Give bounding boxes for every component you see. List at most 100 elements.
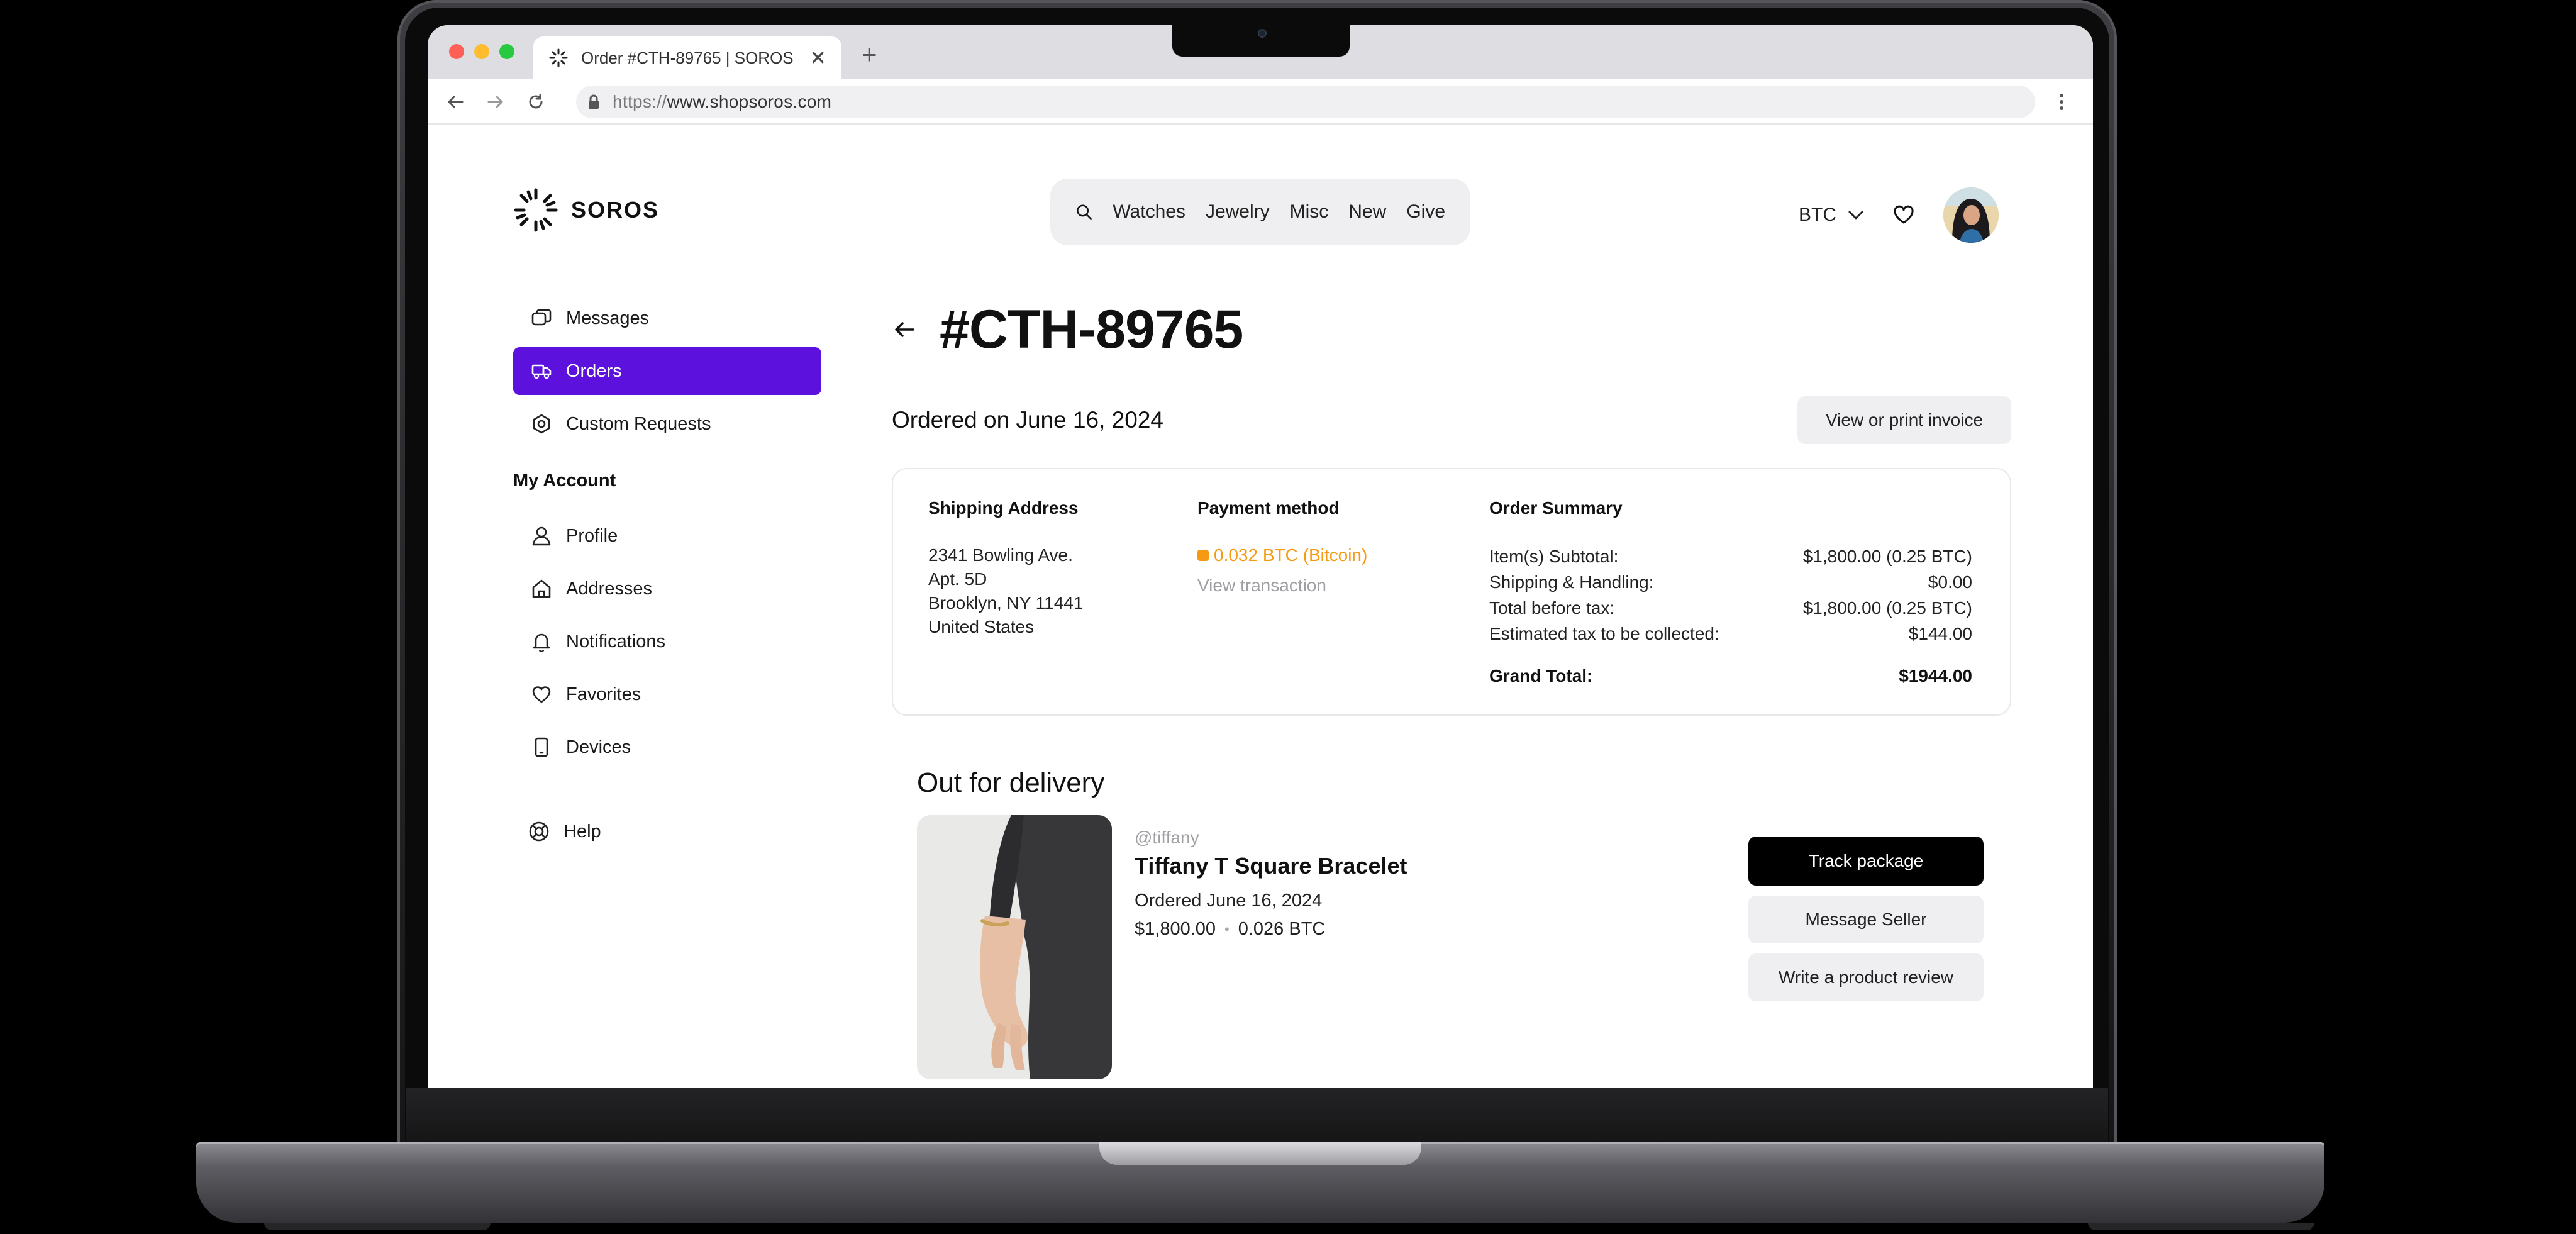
nav-link-give[interactable]: Give bbox=[1406, 201, 1445, 223]
browser-window: Order #CTH-89765 | SOROS ✕ + https://www… bbox=[428, 25, 2093, 1088]
brand-logo[interactable]: SOROS bbox=[513, 187, 659, 233]
sidebar-item-label: Help bbox=[564, 821, 601, 842]
view-transaction-link[interactable]: View transaction bbox=[1197, 574, 1367, 598]
product-name[interactable]: Tiffany T Square Bracelet bbox=[1135, 853, 1407, 879]
reload-icon[interactable] bbox=[523, 89, 548, 114]
product-price: $1,800.00 • 0.026 BTC bbox=[1135, 919, 1407, 940]
sidebar-item-label: Notifications bbox=[566, 631, 665, 652]
product-info: @tiffany Tiffany T Square Bracelet Order… bbox=[1135, 828, 1407, 940]
web-page: SOROS Watches Jewelry Misc New Give BTC bbox=[428, 125, 2093, 1088]
browser-tab[interactable]: Order #CTH-89765 | SOROS ✕ bbox=[533, 36, 841, 79]
address-line: Apt. 5D bbox=[928, 569, 987, 589]
new-tab-icon[interactable]: + bbox=[862, 42, 877, 68]
nav-link-jewelry[interactable]: Jewelry bbox=[1206, 201, 1270, 223]
sidebar-item-label: Custom Requests bbox=[566, 413, 711, 434]
browser-menu-icon[interactable] bbox=[2049, 89, 2074, 114]
minimize-window-button[interactable] bbox=[474, 44, 489, 59]
my-account-heading: My Account bbox=[513, 470, 616, 491]
back-arrow-icon[interactable] bbox=[892, 317, 917, 342]
sidebar-item-label: Addresses bbox=[566, 578, 653, 599]
payment-amount-text: 0.032 BTC (Bitcoin) bbox=[1214, 545, 1368, 565]
product-image[interactable] bbox=[917, 815, 1112, 1079]
account-sidebar: Messages Orders Custom Requests My Accou… bbox=[513, 294, 821, 860]
price-separator: • bbox=[1224, 921, 1230, 937]
user-icon bbox=[532, 526, 551, 546]
laptop-foot bbox=[2088, 1223, 2314, 1230]
delivery-status-title: Out for delivery bbox=[917, 767, 1105, 798]
laptop-scene: Order #CTH-89765 | SOROS ✕ + https://www… bbox=[0, 0, 2576, 1234]
currency-selector[interactable]: BTC bbox=[1799, 204, 1864, 226]
search-icon[interactable] bbox=[1075, 199, 1092, 225]
nav-link-new[interactable]: New bbox=[1348, 201, 1386, 223]
summary-row: Total before tax: $1,800.00 (0.25 BTC) bbox=[1489, 598, 1972, 618]
avatar[interactable] bbox=[1943, 187, 1999, 243]
order-date: Ordered on June 16, 2024 bbox=[892, 407, 1163, 433]
write-review-button[interactable]: Write a product review bbox=[1748, 953, 1984, 1001]
order-date-row: Ordered on June 16, 2024 View or print i… bbox=[892, 396, 2011, 444]
shipping-address: Shipping Address 2341 Bowling Ave. Apt. … bbox=[928, 498, 1083, 639]
sidebar-item-notifications[interactable]: Notifications bbox=[513, 618, 821, 665]
sidebar-item-orders[interactable]: Orders bbox=[513, 347, 821, 395]
currency-label: BTC bbox=[1799, 204, 1836, 225]
address-line: United States bbox=[928, 617, 1035, 636]
track-package-button[interactable]: Track package bbox=[1748, 837, 1984, 886]
sidebar-item-help[interactable]: Help bbox=[513, 808, 821, 855]
payment-heading: Payment method bbox=[1197, 498, 1340, 518]
device-icon bbox=[535, 737, 548, 757]
nav-link-misc[interactable]: Misc bbox=[1290, 201, 1329, 223]
maximize-window-button[interactable] bbox=[499, 44, 514, 59]
sidebar-item-label: Messages bbox=[566, 308, 650, 328]
bitcoin-icon bbox=[1197, 550, 1209, 561]
close-window-button[interactable] bbox=[449, 44, 464, 59]
message-seller-button[interactable]: Message Seller bbox=[1748, 896, 1984, 943]
sidebar-item-messages[interactable]: Messages bbox=[513, 294, 821, 342]
sidebar-item-profile[interactable]: Profile bbox=[513, 512, 821, 560]
home-icon bbox=[532, 579, 551, 598]
url-text: https://www.shopsoros.com bbox=[613, 92, 832, 111]
address-line: 2341 Bowling Ave. bbox=[928, 545, 1073, 565]
seller-handle[interactable]: @tiffany bbox=[1135, 828, 1407, 848]
sidebar-item-custom-requests[interactable]: Custom Requests bbox=[513, 400, 821, 448]
order-summary: Order Summary Item(s) Subtotal: $1,800.00… bbox=[1489, 498, 1972, 689]
payment-amount: 0.032 BTC (Bitcoin) bbox=[1197, 543, 1367, 567]
summary-row: Item(s) Subtotal: $1,800.00 (0.25 BTC) bbox=[1489, 547, 1972, 566]
forward-arrow-icon[interactable] bbox=[483, 89, 508, 114]
nav-link-watches[interactable]: Watches bbox=[1113, 201, 1185, 223]
heart-icon[interactable] bbox=[1893, 205, 1914, 225]
price-usd: $1,800.00 bbox=[1135, 919, 1216, 939]
sidebar-item-addresses[interactable]: Addresses bbox=[513, 565, 821, 613]
url-field[interactable]: https://www.shopsoros.com bbox=[576, 86, 2035, 118]
order-detail: #CTH-89765 Ordered on June 16, 2024 View… bbox=[892, 294, 2011, 1079]
close-tab-icon[interactable]: ✕ bbox=[809, 46, 826, 70]
lifebuoy-icon bbox=[529, 821, 549, 842]
laptop-hinge-notch bbox=[1099, 1142, 1421, 1165]
tab-title: Order #CTH-89765 | SOROS bbox=[581, 48, 794, 67]
sidebar-item-devices[interactable]: Devices bbox=[513, 723, 821, 771]
grand-total-row: Grand Total: $1944.00 bbox=[1489, 666, 1972, 686]
settings-icon bbox=[533, 414, 550, 434]
summary-heading: Order Summary bbox=[1489, 498, 1623, 518]
chevron-down-icon bbox=[1848, 211, 1863, 220]
price-btc: 0.026 BTC bbox=[1238, 919, 1326, 939]
back-arrow-icon[interactable] bbox=[443, 89, 468, 114]
delivery-status: Out for delivery bbox=[917, 767, 1104, 799]
order-info-card: Shipping Address 2341 Bowling Ave. Apt. … bbox=[892, 468, 2011, 716]
shipping-heading: Shipping Address bbox=[928, 498, 1079, 518]
product-order-date: Ordered June 16, 2024 bbox=[1135, 891, 1323, 911]
laptop-foot bbox=[264, 1223, 491, 1230]
address-bar-row: https://www.shopsoros.com bbox=[428, 79, 2093, 125]
laptop-chin bbox=[406, 1088, 2108, 1142]
sidebar-item-label: Favorites bbox=[566, 684, 641, 704]
view-invoice-button[interactable]: View or print invoice bbox=[1797, 396, 2011, 444]
summary-row: Estimated tax to be collected: $144.00 bbox=[1489, 624, 1972, 643]
address-line: Brooklyn, NY 11441 bbox=[928, 593, 1084, 613]
delivery-section: Out for delivery @tiffany Tiffany T Squa… bbox=[892, 767, 2011, 1079]
brand-name: SOROS bbox=[571, 197, 660, 223]
sidebar-item-favorites[interactable]: Favorites bbox=[513, 670, 821, 718]
payment-method: Payment method 0.032 BTC (Bitcoin) View … bbox=[1197, 498, 1367, 598]
order-title-row: #CTH-89765 bbox=[892, 294, 2011, 365]
sidebar-item-label: Devices bbox=[566, 737, 631, 757]
messages-icon bbox=[531, 309, 552, 326]
summary-row: Shipping & Handling: $0.00 bbox=[1489, 572, 1972, 592]
heart-icon bbox=[532, 686, 551, 703]
